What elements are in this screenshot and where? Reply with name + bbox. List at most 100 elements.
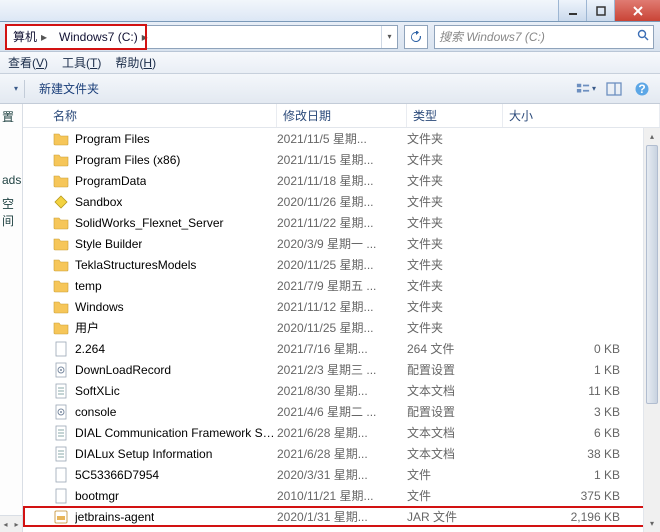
- view-options-button[interactable]: ▾: [576, 79, 596, 99]
- txt-icon: [53, 446, 69, 462]
- help-button[interactable]: ?: [632, 79, 652, 99]
- breadcrumb[interactable]: Windows7 (C:)▸: [53, 26, 154, 48]
- file-type: 文件夹: [407, 277, 503, 294]
- scroll-down-icon[interactable]: ▾: [644, 515, 660, 532]
- file-row[interactable]: Style Builder2020/3/9 星期一 ...文件夹: [23, 233, 660, 254]
- file-row[interactable]: 用户 2020/11/25 星期...文件夹: [23, 317, 660, 338]
- file-size: 1 KB: [503, 363, 660, 377]
- file-name: Style Builder: [75, 237, 142, 251]
- file-date: 2020/3/31 星期...: [277, 466, 407, 483]
- file-row[interactable]: TeklaStructuresModels2020/11/25 星期...文件夹: [23, 254, 660, 275]
- menu-view[interactable]: 查看(V): [8, 54, 48, 71]
- file-row[interactable]: jetbrains-agent2020/1/31 星期...JAR 文件2,19…: [23, 506, 660, 527]
- close-button[interactable]: [614, 0, 660, 21]
- file-date: 2021/11/22 星期...: [277, 214, 407, 231]
- column-size[interactable]: 大小: [503, 104, 660, 127]
- chevron-down-icon: ▾: [592, 84, 596, 93]
- file-row[interactable]: Sandbox2020/11/26 星期...文件夹: [23, 191, 660, 212]
- ini-icon: [53, 404, 69, 420]
- file-name: 5C53366D7954: [75, 468, 159, 482]
- file-name: 用户: [75, 319, 99, 336]
- folder-icon: [53, 299, 69, 315]
- file-row[interactable]: DIAL Communication Framework Set...2021/…: [23, 422, 660, 443]
- menu-tools[interactable]: 工具(T): [62, 54, 101, 71]
- new-folder-button[interactable]: 新建文件夹: [33, 77, 105, 100]
- chevron-right-icon: ▸: [41, 30, 47, 44]
- column-name[interactable]: 名称: [23, 104, 277, 127]
- refresh-button[interactable]: [404, 25, 428, 49]
- help-icon: ?: [634, 81, 650, 97]
- new-folder-label: 新建文件夹: [39, 80, 99, 97]
- file-date: 2021/11/5 星期...: [277, 130, 407, 147]
- file-row[interactable]: temp2021/7/9 星期五 ...文件夹: [23, 275, 660, 296]
- file-date: 2021/8/30 星期...: [277, 382, 407, 399]
- file-name: Windows: [75, 300, 124, 314]
- file-row[interactable]: bootmgr2010/11/21 星期...文件375 KB: [23, 485, 660, 506]
- address-bar[interactable]: 算机▸ Windows7 (C:)▸ ▾: [6, 25, 398, 49]
- file-name: DownLoadRecord: [75, 363, 171, 377]
- file-name: ProgramData: [75, 174, 146, 188]
- vertical-scrollbar[interactable]: ▴ ▾: [643, 128, 660, 532]
- file-size: 11 KB: [503, 384, 660, 398]
- scroll-right-icon[interactable]: ▸: [11, 516, 22, 532]
- file-row[interactable]: SolidWorks_Flexnet_Server 2021/11/22 星期..…: [23, 212, 660, 233]
- file-row[interactable]: ProgramData2021/11/18 星期...文件夹: [23, 170, 660, 191]
- file-row[interactable]: 5C53366D79542020/3/31 星期...文件1 KB: [23, 464, 660, 485]
- minimize-button[interactable]: [558, 0, 586, 21]
- file-date: 2021/7/16 星期...: [277, 340, 407, 357]
- nav-fragment: 置: [0, 104, 22, 129]
- file-name: Sandbox: [75, 195, 122, 209]
- file-size: 3 KB: [503, 405, 660, 419]
- file-size: 6 KB: [503, 426, 660, 440]
- toolbar-separator: [24, 80, 25, 98]
- ini-icon: [53, 362, 69, 378]
- breadcrumb-label: Windows7 (C:): [59, 30, 138, 44]
- svg-text:?: ?: [638, 82, 645, 96]
- file-row[interactable]: Program Files2021/11/5 星期...文件夹: [23, 128, 660, 149]
- file-date: 2021/7/9 星期五 ...: [277, 277, 407, 294]
- address-row: 算机▸ Windows7 (C:)▸ ▾ 搜索 Windows7 (C:): [0, 22, 660, 52]
- search-input[interactable]: 搜索 Windows7 (C:): [434, 25, 654, 49]
- file-type: 文本文档: [407, 445, 503, 462]
- nav-fragment: ads: [0, 169, 22, 191]
- file-name: SolidWorks_Flexnet_Server: [75, 216, 224, 230]
- file-size: 38 KB: [503, 447, 660, 461]
- maximize-button[interactable]: [586, 0, 614, 21]
- file-row[interactable]: DownLoadRecord2021/2/3 星期三 ...配置设置1 KB: [23, 359, 660, 380]
- diamond-icon: [53, 194, 69, 210]
- scroll-up-icon[interactable]: ▴: [644, 128, 660, 145]
- file-type: 文件夹: [407, 319, 503, 336]
- file-name: SoftXLic: [75, 384, 120, 398]
- menu-help[interactable]: 帮助(H): [115, 54, 156, 71]
- file-list[interactable]: Program Files2021/11/5 星期...文件夹Program F…: [23, 128, 660, 532]
- file-type: 文件夹: [407, 130, 503, 147]
- scrollbar-thumb[interactable]: [646, 145, 658, 404]
- file-date: 2020/11/25 星期...: [277, 319, 407, 336]
- file-name: bootmgr: [75, 489, 119, 503]
- organize-button[interactable]: ▾: [8, 81, 24, 96]
- address-dropdown[interactable]: ▾: [381, 26, 397, 48]
- file-size: 1 KB: [503, 468, 660, 482]
- file-row[interactable]: DIALux Setup Information2021/6/28 星期...文…: [23, 443, 660, 464]
- horizontal-scrollbar[interactable]: ◂ ▸: [0, 515, 22, 532]
- file-size: 0 KB: [503, 342, 660, 356]
- search-icon: [637, 29, 649, 44]
- breadcrumb[interactable]: 算机▸: [7, 26, 53, 48]
- file-type: 文件夹: [407, 298, 503, 315]
- column-date[interactable]: 修改日期: [277, 104, 407, 127]
- file-size: 2,196 KB: [503, 510, 660, 524]
- file-row[interactable]: SoftXLic2021/8/30 星期...文本文档11 KB: [23, 380, 660, 401]
- file-type: 文本文档: [407, 424, 503, 441]
- preview-pane-button[interactable]: [604, 79, 624, 99]
- file-row[interactable]: Windows2021/11/12 星期...文件夹: [23, 296, 660, 317]
- scroll-left-icon[interactable]: ◂: [0, 516, 11, 532]
- column-type[interactable]: 类型: [407, 104, 503, 127]
- navigation-pane[interactable]: 置 ads 空间 ◂ ▸: [0, 104, 23, 532]
- file-row[interactable]: 2.2642021/7/16 星期...264 文件0 KB: [23, 338, 660, 359]
- file-type: 文件夹: [407, 151, 503, 168]
- file-size: 375 KB: [503, 489, 660, 503]
- file-row[interactable]: console2021/4/6 星期二 ...配置设置3 KB: [23, 401, 660, 422]
- file-date: 2020/11/25 星期...: [277, 256, 407, 273]
- file-type: 文件: [407, 487, 503, 504]
- file-row[interactable]: Program Files (x86)2021/11/15 星期...文件夹: [23, 149, 660, 170]
